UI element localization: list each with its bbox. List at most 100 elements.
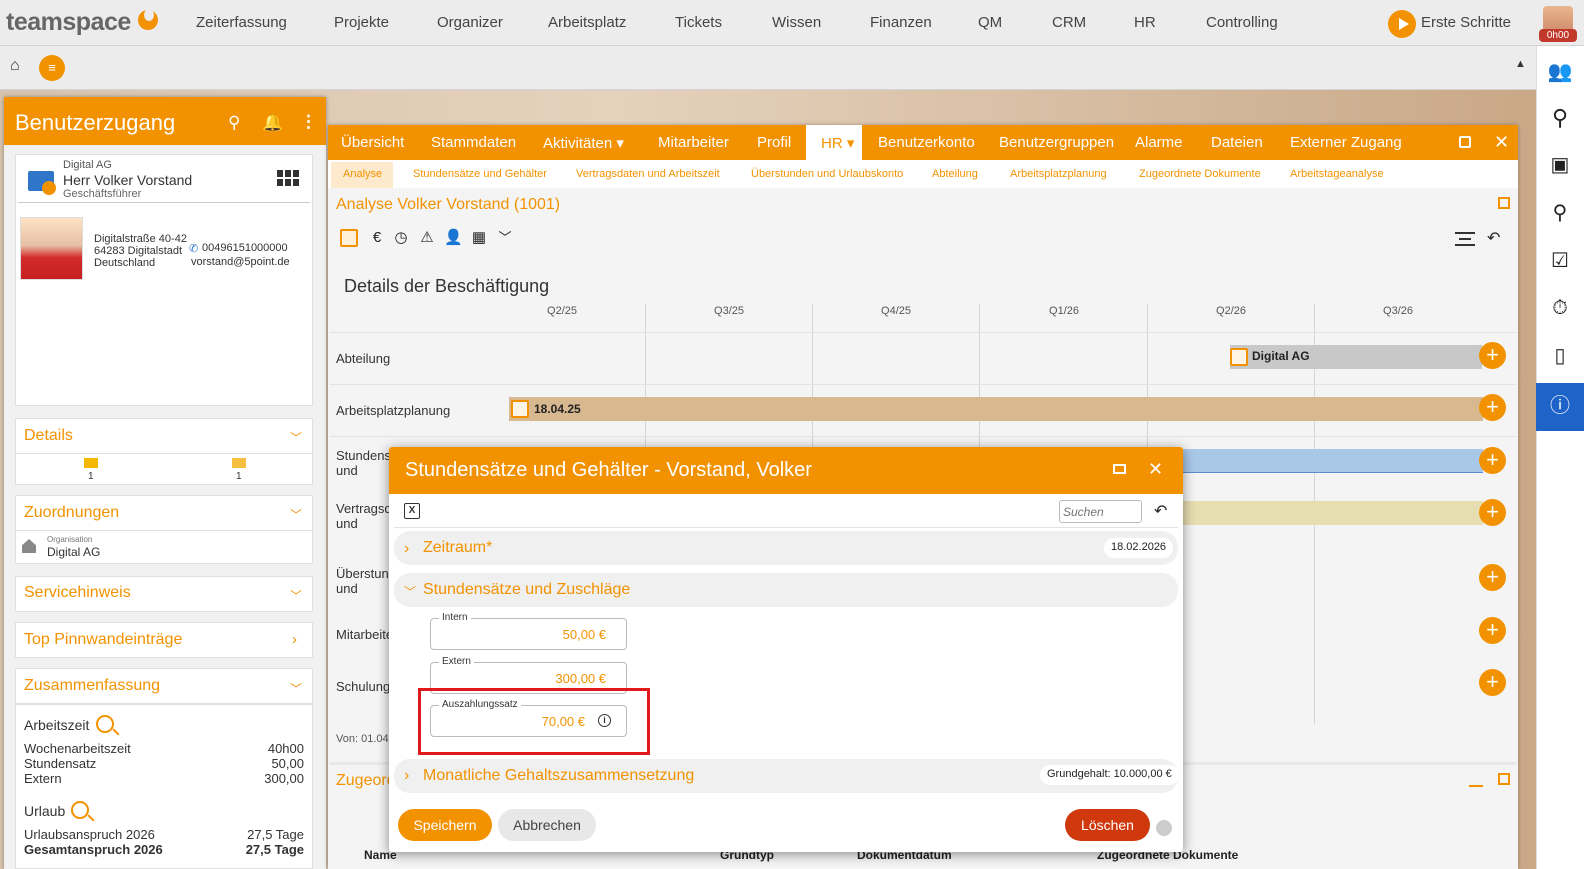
add-icon[interactable]: +	[1479, 617, 1506, 644]
clock-icon[interactable]: ◷	[392, 229, 410, 247]
chart-view-icon[interactable]	[340, 229, 358, 247]
save-button[interactable]: Speichern	[398, 809, 492, 841]
undo-icon[interactable]: ↶	[1154, 501, 1167, 521]
chevron-down-icon[interactable]: ﹀	[290, 587, 302, 604]
folder-icon[interactable]	[84, 458, 98, 468]
tab-stammdaten[interactable]: Stammdaten	[431, 134, 516, 151]
chevron-right-icon[interactable]: ›	[404, 540, 409, 558]
tab-profil[interactable]: Profil	[757, 134, 791, 151]
maximize-icon[interactable]	[1459, 136, 1471, 148]
note-icon[interactable]	[232, 458, 246, 468]
chevron-right-icon[interactable]: ›	[404, 767, 409, 785]
tab-benutzergruppen[interactable]: Benutzergruppen	[999, 134, 1114, 151]
chevron-down-icon[interactable]: ﹀	[404, 583, 416, 600]
magnifier-icon[interactable]	[96, 715, 114, 733]
timeline-bar-arbeitsplatz[interactable]	[509, 397, 1483, 421]
warning-icon[interactable]: ⚠	[418, 229, 436, 247]
mobile-icon[interactable]: ▯	[1544, 340, 1576, 372]
tab-benutzerkonto[interactable]: Benutzerkonto	[878, 134, 975, 151]
nav-projekte[interactable]: Projekte	[334, 14, 389, 31]
contact-phone[interactable]: 00496151000000	[202, 242, 288, 254]
subtab-stundensaetze[interactable]: Stundensätze und Gehälter	[413, 168, 547, 180]
edit-icon[interactable]	[1230, 348, 1248, 366]
checklist-icon[interactable]: ☑	[1544, 245, 1576, 277]
bell-icon[interactable]: 🔔	[262, 113, 283, 133]
person-icon[interactable]: 👤	[444, 229, 463, 247]
nav-controlling[interactable]: Controlling	[1206, 14, 1278, 31]
nav-tickets[interactable]: Tickets	[675, 14, 722, 31]
chevron-down-icon[interactable]: ﹀	[290, 429, 302, 446]
user-icon[interactable]	[1156, 820, 1172, 836]
timeline-bar-vertragsdaten[interactable]	[1182, 501, 1483, 525]
chevron-down-icon[interactable]: ﹀	[496, 229, 514, 247]
subtab-abteilung[interactable]: Abteilung	[932, 168, 978, 180]
nav-hr[interactable]: HR	[1134, 14, 1156, 31]
more-options-icon[interactable]: ⋮	[300, 112, 317, 132]
tab-uebersicht[interactable]: Übersicht	[341, 134, 404, 151]
section-zeitraum[interactable]	[394, 531, 1178, 565]
add-icon[interactable]: +	[1479, 669, 1506, 696]
erste-schritte-link[interactable]: Erste Schritte	[1421, 14, 1511, 31]
contact-email[interactable]: vorstand@5point.de	[191, 256, 290, 268]
close-icon[interactable]: ✕	[1148, 459, 1163, 480]
nav-qm[interactable]: QM	[978, 14, 1002, 31]
filter-icon[interactable]	[1455, 232, 1475, 246]
pin-icon[interactable]: ⚲	[228, 113, 240, 133]
delete-button[interactable]: Löschen	[1065, 809, 1150, 841]
chevron-right-icon[interactable]: ›	[292, 631, 297, 648]
add-icon[interactable]: +	[1479, 394, 1506, 421]
restore-window-icon[interactable]	[1113, 464, 1126, 474]
timer-badge[interactable]: 0h00	[1539, 29, 1577, 42]
excel-export-icon[interactable]: X	[404, 503, 420, 519]
subtab-analyse[interactable]: Analyse	[343, 168, 382, 180]
add-icon[interactable]: +	[1479, 342, 1506, 369]
pin-icon[interactable]: ⚲	[1544, 197, 1576, 229]
magnifier-icon[interactable]	[71, 801, 89, 819]
expand-icon[interactable]	[1498, 773, 1510, 785]
add-icon[interactable]: +	[1479, 564, 1506, 591]
extern-value[interactable]: 300,00 €	[486, 671, 606, 686]
add-icon[interactable]: +	[1479, 447, 1506, 474]
minimize-icon[interactable]	[1469, 785, 1483, 787]
chevron-down-icon[interactable]: ﹀	[290, 680, 302, 697]
tab-alarme[interactable]: Alarme	[1135, 134, 1183, 151]
expand-icon[interactable]	[1498, 197, 1510, 209]
info-icon[interactable]: ⓘ	[1544, 390, 1576, 422]
nav-finanzen[interactable]: Finanzen	[870, 14, 932, 31]
search-icon[interactable]: ⚲	[1544, 102, 1576, 134]
subtab-ueberstunden[interactable]: Überstunden und Urlaubskonto	[751, 168, 903, 180]
tab-mitarbeiter[interactable]: Mitarbeiter	[658, 134, 729, 151]
chevron-down-icon[interactable]: ﹀	[290, 506, 302, 523]
undo-icon[interactable]: ↶	[1487, 228, 1500, 248]
users-icon[interactable]: 👥	[1544, 56, 1576, 88]
edit-icon[interactable]	[511, 400, 529, 418]
tab-hr[interactable]: HR ▾	[821, 134, 854, 152]
subtab-arbeitsplatzplanung[interactable]: Arbeitsplatzplanung	[1010, 168, 1107, 180]
menu-icon[interactable]: ≡	[39, 55, 65, 81]
subtab-dokumente[interactable]: Zugeordnete Dokumente	[1139, 168, 1261, 180]
timeline-bar-stundensaetze[interactable]	[1182, 449, 1483, 473]
nav-arbeitsplatz[interactable]: Arbeitsplatz	[548, 14, 626, 31]
subtab-vertragsdaten[interactable]: Vertragsdaten und Arbeitszeit	[576, 168, 720, 180]
tab-dateien[interactable]: Dateien	[1211, 134, 1263, 151]
close-icon[interactable]: ✕	[1494, 132, 1509, 153]
nav-crm[interactable]: CRM	[1052, 14, 1086, 31]
subtab-arbeitstageanalyse[interactable]: Arbeitstageanalyse	[1290, 168, 1384, 180]
briefcase-icon[interactable]: ▣	[1544, 149, 1576, 181]
calendar-365-icon[interactable]: ▦	[470, 229, 488, 247]
euro-icon[interactable]: €	[368, 229, 386, 247]
nav-zeiterfassung[interactable]: Zeiterfassung	[196, 14, 287, 31]
nav-wissen[interactable]: Wissen	[772, 14, 821, 31]
search-input[interactable]	[1059, 500, 1142, 523]
stopwatch-icon[interactable]: ⏱	[1544, 292, 1576, 324]
intern-value[interactable]: 50,00 €	[486, 627, 606, 642]
cancel-button[interactable]: Abbrechen	[498, 809, 596, 841]
add-icon[interactable]: +	[1479, 499, 1506, 526]
zeitraum-value[interactable]: 18.02.2026	[1104, 538, 1174, 558]
home-icon[interactable]: ⌂	[10, 57, 20, 75]
app-logo[interactable]: teamspace	[6, 8, 131, 37]
nav-organizer[interactable]: Organizer	[437, 14, 503, 31]
play-icon[interactable]	[1388, 10, 1416, 38]
tab-externer-zugang[interactable]: Externer Zugang	[1290, 134, 1402, 151]
collapse-up-icon[interactable]: ▲	[1515, 58, 1526, 70]
